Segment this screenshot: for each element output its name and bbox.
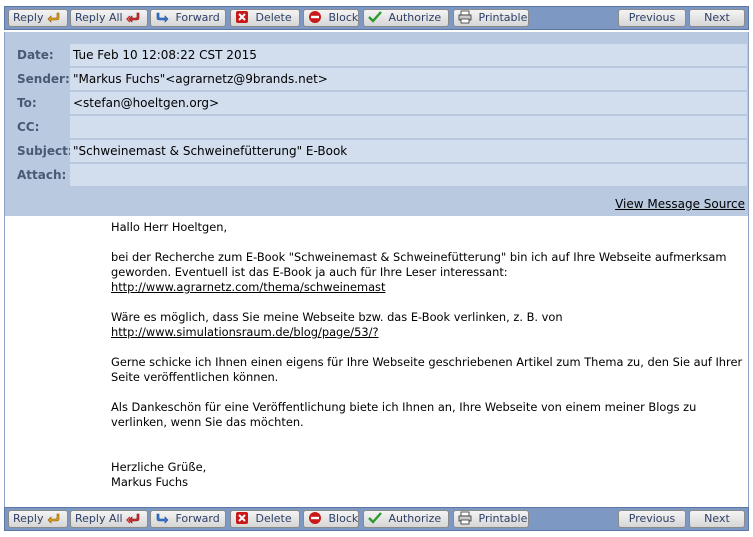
printer-icon (458, 511, 472, 525)
message-header: Date: Tue Feb 10 12:08:22 CST 2015 Sende… (4, 32, 749, 216)
greeting: Hallo Herr Hoeltgen, (111, 220, 228, 234)
delete-x-icon (236, 512, 248, 524)
printable-button-label: Printable (478, 11, 528, 24)
bottom-toolbar: Reply Reply All Forward Delete Block Aut… (4, 507, 749, 531)
sender-row: Sender: "Markus Fuchs"<agrarnetz@9brands… (13, 68, 747, 90)
to-value: <stefan@hoeltgen.org> (70, 92, 747, 114)
paragraph-1-text: bei der Recherche zum E-Book "Schweinema… (111, 250, 727, 279)
reply-button-label: Reply (13, 512, 44, 525)
reply-all-arrow-icon (126, 513, 140, 524)
reply-button[interactable]: Reply (8, 9, 68, 27)
cc-label: CC: (17, 120, 40, 134)
attach-value (70, 164, 747, 186)
message-text: Hallo Herr Hoeltgen, bei der Recherche z… (111, 220, 743, 490)
block-button-label: Block (328, 11, 359, 24)
delete-button[interactable]: Delete (230, 9, 300, 27)
sender-value: "Markus Fuchs"<agrarnetz@9brands.net> (70, 68, 747, 90)
reply-arrow-icon (47, 12, 60, 23)
paragraph-3: Gerne schicke ich Ihnen einen eigens für… (111, 355, 743, 384)
previous-button-label: Previous (628, 512, 676, 525)
next-button-label: Next (704, 512, 730, 525)
paragraph-1: bei der Recherche zum E-Book "Schweinema… (111, 250, 743, 295)
delete-button-label: Delete (255, 512, 292, 525)
checkmark-icon (368, 512, 382, 524)
next-button-label: Next (704, 11, 730, 24)
block-icon (309, 512, 321, 524)
block-button-label: Block (328, 512, 359, 525)
block-icon (309, 11, 321, 23)
forward-arrow-icon (156, 513, 169, 524)
next-button[interactable]: Next (689, 9, 745, 27)
sender-label: Sender: (17, 72, 70, 86)
subject-value: "Schweinemast & Schweinefütterung" E-Boo… (70, 140, 747, 162)
paragraph-4: Als Dankeschön für eine Veröffentlichung… (111, 400, 697, 429)
authorize-button[interactable]: Authorize (363, 9, 449, 27)
reply-button[interactable]: Reply (8, 510, 68, 528)
reply-arrow-icon (47, 513, 60, 524)
reply-button-label: Reply (13, 11, 44, 24)
printable-button-label: Printable (478, 512, 528, 525)
reply-all-button[interactable]: Reply All (70, 510, 148, 528)
reply-all-button[interactable]: Reply All (70, 9, 148, 27)
forward-button[interactable]: Forward (150, 510, 226, 528)
next-button[interactable]: Next (689, 510, 745, 528)
closing-text: Herzliche Grüße, (111, 460, 207, 474)
cc-row: CC: (13, 116, 747, 138)
agrarnetz-link[interactable]: http://www.agrarnetz.com/thema/schweinem… (111, 280, 385, 294)
block-button[interactable]: Block (303, 9, 359, 27)
previous-button[interactable]: Previous (618, 510, 686, 528)
to-label: To: (17, 96, 37, 110)
printable-button[interactable]: Printable (453, 9, 529, 27)
paragraph-2: Wäre es möglich, dass Sie meine Webseite… (111, 310, 743, 340)
attach-row: Attach: (13, 164, 747, 186)
subject-row: Subject: "Schweinemast & Schweinefütteru… (13, 140, 747, 162)
simulationsraum-link[interactable]: http://www.simulationsraum.de/blog/page/… (111, 325, 379, 339)
authorize-button-label: Authorize (388, 512, 442, 525)
checkmark-icon (368, 11, 382, 23)
forward-arrow-icon (156, 12, 169, 23)
date-value: Tue Feb 10 12:08:22 CST 2015 (70, 44, 747, 66)
printer-icon (458, 10, 472, 24)
closing: Herzliche Grüße, Markus Fuchs (111, 460, 743, 490)
date-label: Date: (17, 48, 54, 62)
delete-button-label: Delete (255, 11, 292, 24)
message-body: Hallo Herr Hoeltgen, bei der Recherche z… (4, 216, 749, 507)
view-message-source-link[interactable]: View Message Source (615, 197, 745, 211)
authorize-button-label: Authorize (388, 11, 442, 24)
reply-all-arrow-icon (126, 12, 140, 23)
cc-value (70, 116, 747, 138)
signature: Markus Fuchs (111, 475, 189, 489)
reply-all-button-label: Reply All (75, 512, 123, 525)
forward-button-label: Forward (175, 512, 220, 525)
reply-all-button-label: Reply All (75, 11, 123, 24)
block-button[interactable]: Block (303, 510, 359, 528)
forward-button-label: Forward (175, 11, 220, 24)
delete-button[interactable]: Delete (230, 510, 300, 528)
attach-label: Attach: (17, 168, 67, 182)
top-toolbar: Reply Reply All Forward Delete Block Aut… (4, 6, 749, 30)
to-row: To: <stefan@hoeltgen.org> (13, 92, 747, 114)
paragraph-2-text: Wäre es möglich, dass Sie meine Webseite… (111, 310, 563, 324)
delete-x-icon (236, 11, 248, 23)
authorize-button[interactable]: Authorize (363, 510, 449, 528)
previous-button-label: Previous (628, 11, 676, 24)
printable-button[interactable]: Printable (453, 510, 529, 528)
previous-button[interactable]: Previous (618, 9, 686, 27)
date-row: Date: Tue Feb 10 12:08:22 CST 2015 (13, 44, 747, 66)
forward-button[interactable]: Forward (150, 9, 226, 27)
subject-label: Subject: (17, 144, 73, 158)
